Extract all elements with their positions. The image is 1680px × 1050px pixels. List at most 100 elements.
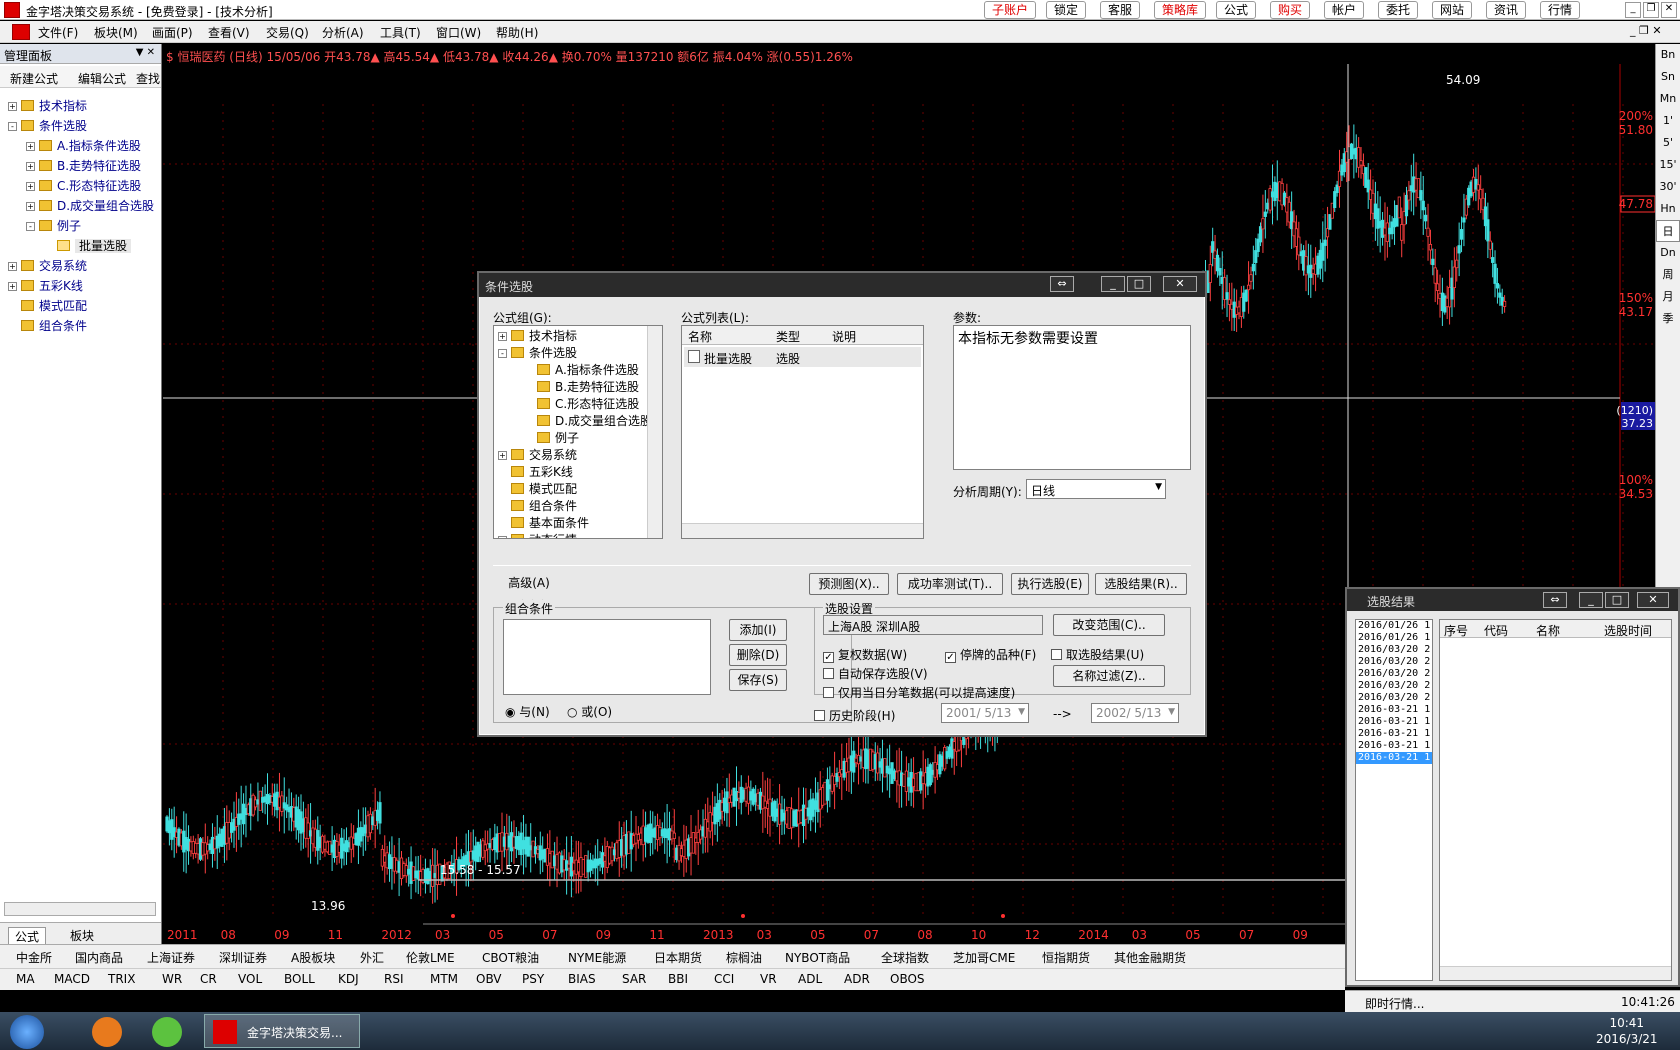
market-tab-6[interactable]: 伦敦LME	[406, 949, 455, 966]
formula-list-row[interactable]: 批量选股 选股	[684, 347, 921, 367]
status-quote-label[interactable]: 即时行情...	[1365, 995, 1424, 1012]
indicator-tab-2[interactable]: TRIX	[108, 972, 135, 986]
result-date-item[interactable]: 2016-03-21 1	[1356, 752, 1432, 764]
indicator-tab-5[interactable]: VOL	[238, 972, 262, 986]
tree-item[interactable]: - 条件选股	[8, 116, 158, 136]
change-range-button[interactable]: 改变范围(C)..	[1053, 614, 1165, 636]
dialog-title-bar[interactable]: 条件选股	[479, 273, 1205, 297]
top-button-7[interactable]: 委托	[1378, 1, 1419, 19]
indicator-tab-1[interactable]: MACD	[54, 972, 90, 986]
indicator-tab-7[interactable]: KDJ	[338, 972, 359, 986]
menu-item-4[interactable]: 交易(Q)	[266, 24, 309, 41]
radio-and[interactable]: ◉ 与(N)	[505, 703, 550, 720]
result-date-item[interactable]: 2016/03/20 2	[1356, 656, 1432, 668]
taskbar-pinned-app-icon-2[interactable]	[152, 1017, 182, 1047]
period-button-3[interactable]: 1'	[1656, 110, 1680, 132]
market-tab-5[interactable]: 外汇	[360, 949, 384, 966]
group-tree-item[interactable]: D.成交量组合选股	[498, 413, 658, 430]
period-button-2[interactable]: Mn	[1656, 88, 1680, 110]
combo-conditions-box[interactable]	[503, 619, 711, 695]
group-tree-item[interactable]: 五彩K线	[498, 464, 658, 481]
group-tree-item[interactable]: 组合条件	[498, 498, 658, 515]
indicator-tab-6[interactable]: BOLL	[284, 972, 315, 986]
market-tab-15[interactable]: 其他金融期货	[1114, 949, 1186, 966]
market-tab-2[interactable]: 上海证券	[147, 949, 195, 966]
indicator-tab-8[interactable]: RSI	[384, 972, 404, 986]
expand-icon[interactable]: +	[26, 182, 35, 191]
list-column-header-0[interactable]: 名称	[688, 328, 712, 345]
market-tab-9[interactable]: 日本期货	[654, 949, 702, 966]
group-tree-item[interactable]: A.指标条件选股	[498, 362, 658, 379]
list-column-header-2[interactable]: 说明	[832, 328, 856, 345]
result-date-item[interactable]: 2016/01/26 1	[1356, 620, 1432, 632]
indicator-tab-16[interactable]: VR	[760, 972, 777, 986]
tree-item[interactable]: + B.走势特征选股	[8, 156, 158, 176]
taskbar-pinned-app-icon[interactable]	[92, 1017, 122, 1047]
taskbar-clock[interactable]: 10:41 2016/3/21	[1596, 1015, 1658, 1047]
taskbar-active-app[interactable]: 金字塔决策交易...	[204, 1014, 360, 1048]
dialog-resize-button[interactable]: ⇔	[1050, 276, 1074, 292]
top-button-6[interactable]: 帐户	[1324, 1, 1365, 19]
dialog-close-button[interactable]: ✕	[1163, 276, 1197, 292]
results-resize-button[interactable]: ⇔	[1543, 592, 1567, 608]
result-date-item[interactable]: 2016-03-21 1	[1356, 728, 1432, 740]
results-column-header-3[interactable]: 选股时间	[1604, 622, 1652, 639]
result-date-item[interactable]: 2016/03/20 2	[1356, 644, 1432, 656]
expand-icon[interactable]: +	[8, 262, 17, 271]
menu-item-6[interactable]: 工具(T)	[380, 24, 421, 41]
market-tab-14[interactable]: 恒指期货	[1042, 949, 1090, 966]
market-tab-4[interactable]: A股板块	[291, 949, 335, 966]
tree-item[interactable]: + 交易系统	[8, 256, 158, 276]
top-button-0[interactable]: 子账户	[984, 1, 1037, 19]
tree-item[interactable]: + D.成交量组合选股	[8, 196, 158, 216]
expand-icon[interactable]: +	[498, 536, 507, 538]
group-tree-scrollbar[interactable]	[647, 326, 662, 538]
menu-item-5[interactable]: 分析(A)	[322, 24, 364, 41]
result-date-item[interactable]: 2016/03/20 2	[1356, 692, 1432, 704]
close-button[interactable]: ✕	[1661, 2, 1677, 18]
indicator-tab-10[interactable]: OBV	[476, 972, 502, 986]
market-tab-8[interactable]: NYME能源	[568, 949, 626, 966]
top-button-5[interactable]: 购买	[1270, 1, 1311, 19]
combo-button-2[interactable]: 保存(S)	[729, 669, 787, 691]
expand-icon[interactable]: +	[8, 282, 17, 291]
settings-checkbox-0[interactable]: ✓ 复权数据(W)	[823, 646, 907, 663]
market-tab-7[interactable]: CBOT粮油	[482, 949, 539, 966]
result-date-item[interactable]: 2016/01/26 1	[1356, 632, 1432, 644]
action-button-1[interactable]: 成功率测试(T)..	[897, 573, 1003, 595]
history-checkbox[interactable]: 历史阶段(H)	[814, 707, 895, 724]
settings-checkbox-1[interactable]: ✓ 停牌的品种(F)	[945, 646, 1036, 663]
market-tab-11[interactable]: NYBOT商品	[785, 949, 850, 966]
period-button-11[interactable]: 月	[1656, 286, 1680, 308]
results-column-header-0[interactable]: 序号	[1444, 622, 1468, 639]
action-button-3[interactable]: 选股结果(R)..	[1095, 573, 1187, 595]
collapse-icon[interactable]: -	[8, 122, 17, 131]
market-tab-10[interactable]: 棕榈油	[726, 949, 762, 966]
indicator-tab-11[interactable]: PSY	[522, 972, 544, 986]
tree-item[interactable]: + A.指标条件选股	[8, 136, 158, 156]
group-tree-item[interactable]: C.形态特征选股	[498, 396, 658, 413]
panel-pin-icon[interactable]: ▼ ✕	[136, 47, 155, 58]
expand-icon[interactable]: +	[498, 332, 507, 341]
group-tree-item[interactable]: + 技术指标	[498, 328, 658, 345]
collapse-icon[interactable]: -	[26, 222, 35, 231]
top-button-8[interactable]: 网站	[1432, 1, 1473, 19]
minimize-button[interactable]: _	[1625, 2, 1641, 18]
result-date-item[interactable]: 2016-03-21 1	[1356, 716, 1432, 728]
panel-tab-1[interactable]: 板块	[64, 927, 100, 944]
indicator-tab-13[interactable]: SAR	[622, 972, 646, 986]
start-button-icon[interactable]	[10, 1015, 44, 1049]
market-tab-13[interactable]: 芝加哥CME	[953, 949, 1015, 966]
result-date-item[interactable]: 2016-03-21 1	[1356, 704, 1432, 716]
radio-or[interactable]: ○ 或(O)	[567, 703, 612, 720]
date-from-field[interactable]: 2001/ 5/13 ▼	[941, 703, 1029, 723]
expand-icon[interactable]: +	[26, 162, 35, 171]
group-tree-item[interactable]: 模式匹配	[498, 481, 658, 498]
top-button-10[interactable]: 行情	[1540, 1, 1581, 19]
expand-icon[interactable]: +	[26, 142, 35, 151]
indicator-tab-15[interactable]: CCI	[714, 972, 734, 986]
market-tab-3[interactable]: 深圳证券	[219, 949, 267, 966]
results-close-button[interactable]: ✕	[1637, 592, 1669, 608]
tree-item[interactable]: + C.形态特征选股	[8, 176, 158, 196]
advanced-button[interactable]: 高级(A) <<<	[493, 573, 565, 610]
